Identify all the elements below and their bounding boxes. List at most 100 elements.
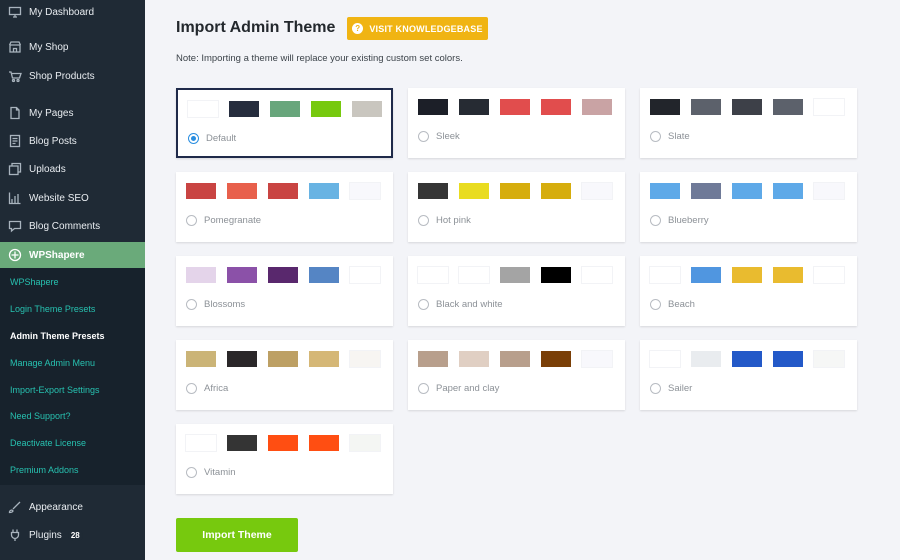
submenu-item-wpshapere[interactable]: WPShapere <box>10 277 59 287</box>
color-swatch <box>459 183 489 199</box>
theme-card[interactable]: Paper and clay <box>408 340 625 410</box>
sidebar-item-my-pages[interactable]: My Pages <box>0 105 145 121</box>
color-swatch <box>773 351 803 367</box>
sidebar-item-appearance[interactable]: Appearance <box>0 499 145 515</box>
theme-card[interactable]: Beach <box>640 256 857 326</box>
theme-radio-row[interactable]: Paper and clay <box>418 383 499 394</box>
theme-card[interactable]: Sleek <box>408 88 625 158</box>
theme-name: Beach <box>668 299 695 310</box>
theme-card[interactable]: Blossoms <box>176 256 393 326</box>
theme-radio-row[interactable]: Beach <box>650 299 695 310</box>
theme-radio[interactable] <box>650 131 661 142</box>
color-swatch <box>500 267 530 283</box>
sidebar-item-blog-posts[interactable]: Blog Posts <box>0 133 145 149</box>
color-swatch <box>814 99 844 115</box>
theme-radio-row[interactable]: Hot pink <box>418 215 471 226</box>
sidebar-item-website-seo[interactable]: Website SEO <box>0 190 145 206</box>
submenu-item-manage-admin-menu[interactable]: Manage Admin Menu <box>10 358 95 368</box>
submenu-item-admin-theme-presets[interactable]: Admin Theme Presets <box>10 331 105 341</box>
color-swatch <box>186 435 216 451</box>
submenu-item-need-support[interactable]: Need Support? <box>10 411 71 421</box>
color-swatch <box>650 183 680 199</box>
color-swatch <box>541 267 571 283</box>
theme-radio-row[interactable]: Slate <box>650 131 690 142</box>
sidebar-item-label: My Dashboard <box>29 6 95 18</box>
color-swatch <box>691 267 721 283</box>
sidebar-item-plugins[interactable]: Plugins 28 <box>0 527 145 543</box>
color-swatch <box>732 267 762 283</box>
color-swatch <box>814 351 844 367</box>
theme-radio[interactable] <box>418 131 429 142</box>
theme-radio[interactable] <box>418 215 429 226</box>
theme-card[interactable]: Black and white <box>408 256 625 326</box>
visit-knowledgebase-button[interactable]: ? VISIT KNOWLEDGEBASE <box>347 17 488 40</box>
submenu-item-import-export-settings[interactable]: Import-Export Settings <box>10 385 100 395</box>
import-theme-button[interactable]: Import Theme <box>176 518 298 552</box>
sidebar-item-my-dashboard[interactable]: My Dashboard <box>0 4 145 20</box>
color-swatch <box>650 99 680 115</box>
color-swatch <box>268 267 298 283</box>
shop-icon <box>8 40 22 54</box>
color-swatch <box>309 267 339 283</box>
uploads-icon <box>8 162 22 176</box>
sidebar-item-uploads[interactable]: Uploads <box>0 161 145 177</box>
theme-card[interactable]: Pomegranate <box>176 172 393 242</box>
theme-radio-row[interactable]: Blueberry <box>650 215 709 226</box>
theme-radio[interactable] <box>650 383 661 394</box>
theme-swatches <box>418 351 623 367</box>
theme-radio[interactable] <box>418 299 429 310</box>
theme-card[interactable]: Slate <box>640 88 857 158</box>
theme-name: Africa <box>204 383 229 394</box>
theme-radio[interactable] <box>418 383 429 394</box>
sidebar-item-shop-products[interactable]: Shop Products <box>0 68 145 84</box>
theme-card[interactable]: Vitamin <box>176 424 393 494</box>
theme-card[interactable]: Africa <box>176 340 393 410</box>
color-swatch <box>350 351 380 367</box>
theme-card[interactable]: Blueberry <box>640 172 857 242</box>
color-swatch <box>500 99 530 115</box>
theme-radio[interactable] <box>650 215 661 226</box>
theme-card[interactable]: Default <box>176 88 393 158</box>
sidebar-item-blog-comments[interactable]: Blog Comments <box>0 218 145 234</box>
theme-radio[interactable] <box>186 215 197 226</box>
submenu-item-deactivate-license[interactable]: Deactivate License <box>10 438 86 448</box>
theme-radio-row[interactable]: Sailer <box>650 383 692 394</box>
sidebar-item-label: My Pages <box>29 107 74 119</box>
theme-radio[interactable] <box>650 299 661 310</box>
color-swatch <box>691 183 721 199</box>
theme-name: Sailer <box>668 383 693 394</box>
submenu-item-premium-addons[interactable]: Premium Addons <box>10 465 79 475</box>
color-swatch <box>650 267 680 283</box>
theme-radio-row[interactable]: Pomegranate <box>186 215 261 226</box>
color-swatch <box>186 351 216 367</box>
theme-radio[interactable] <box>186 299 197 310</box>
sidebar-item-label: Blog Posts <box>29 135 77 147</box>
theme-radio-row[interactable]: Black and white <box>418 299 503 310</box>
theme-swatches <box>188 101 393 117</box>
submenu-item-login-theme-presets[interactable]: Login Theme Presets <box>10 304 95 314</box>
theme-radio-row[interactable]: Sleek <box>418 131 460 142</box>
theme-name: Paper and clay <box>436 383 500 394</box>
color-swatch <box>691 351 721 367</box>
theme-radio-row[interactable]: Blossoms <box>186 299 245 310</box>
color-swatch <box>732 183 762 199</box>
theme-swatches <box>186 435 391 451</box>
color-swatch <box>773 267 803 283</box>
theme-radio[interactable] <box>188 133 199 144</box>
theme-radio-row[interactable]: Default <box>188 133 236 144</box>
theme-radio[interactable] <box>186 467 197 478</box>
theme-card[interactable]: Hot pink <box>408 172 625 242</box>
theme-radio[interactable] <box>186 383 197 394</box>
plugins-update-badge: 28 <box>67 529 83 541</box>
theme-radio-row[interactable]: Vitamin <box>186 467 236 478</box>
theme-swatches <box>650 99 855 115</box>
sidebar-item-wpshapere[interactable]: WPShapere <box>0 242 145 268</box>
theme-card[interactable]: Sailer <box>640 340 857 410</box>
color-swatch <box>188 101 218 117</box>
sidebar-item-my-shop[interactable]: My Shop <box>0 39 145 55</box>
theme-radio-row[interactable]: Africa <box>186 383 228 394</box>
dashboard-icon <box>8 5 22 19</box>
color-swatch <box>459 267 489 283</box>
theme-name: Blueberry <box>668 215 709 226</box>
theme-swatches <box>650 183 855 199</box>
